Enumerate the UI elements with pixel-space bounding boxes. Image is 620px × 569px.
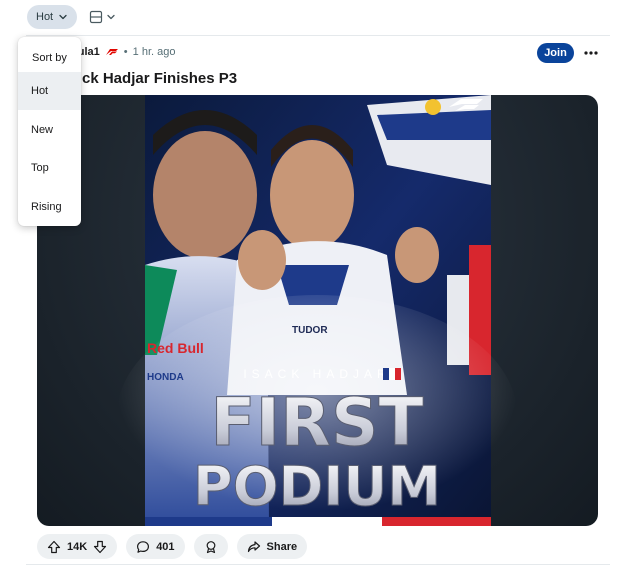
sort-option-rising[interactable]: Rising <box>18 188 81 226</box>
post-action-bar: 14K 401 Share <box>37 534 308 559</box>
downvote-arrow-icon <box>94 540 107 553</box>
post-divider <box>26 564 610 565</box>
poster-headline-1: FIRST <box>210 384 423 461</box>
share-label: Share <box>266 540 298 553</box>
sort-option-hot[interactable]: Hot <box>18 72 81 110</box>
sort-option-new[interactable]: New <box>18 111 81 149</box>
view-toggle-button[interactable] <box>85 5 120 29</box>
more-options-button[interactable] <box>580 43 602 63</box>
upvote-arrow-icon <box>47 540 61 553</box>
vote-count: 14K <box>67 540 88 553</box>
upvote-button[interactable] <box>47 540 61 554</box>
chevron-down-icon <box>107 14 115 20</box>
f1-flair-icon <box>105 49 118 55</box>
award-button[interactable] <box>193 534 228 559</box>
feed-toolbar: Hot <box>27 5 120 29</box>
join-button[interactable]: Join <box>537 43 574 63</box>
comment-icon <box>137 540 150 553</box>
sponsor-text-3: TUDOR <box>292 325 328 336</box>
sort-option-top[interactable]: Top <box>18 149 81 187</box>
sort-menu-header: Sort by <box>32 52 67 64</box>
share-button[interactable]: Share <box>236 534 308 559</box>
vote-control: 14K <box>37 534 118 559</box>
chevron-down-icon <box>59 14 67 20</box>
post-meta: mula1 • 1 hr. ago <box>68 46 175 58</box>
sponsor-text-2: HONDA <box>147 372 184 383</box>
sort-button-label: Hot <box>36 11 54 23</box>
post-title[interactable]: ck Hadjar Finishes P3 <box>82 70 237 87</box>
layout-view-icon <box>90 10 103 24</box>
share-icon <box>247 540 260 552</box>
more-dots-icon <box>584 51 598 55</box>
comment-count: 401 <box>156 540 175 553</box>
comments-button[interactable]: 401 <box>126 534 185 559</box>
post-time: 1 hr. ago <box>132 46 176 58</box>
poster-driver-name: ISACK HADJAR <box>243 367 390 381</box>
post-image[interactable]: Red Bull HONDA TUDOR ISACK HADJAR FIRST … <box>37 95 598 526</box>
sort-dropdown-menu: Sort by Hot New Top Rising <box>18 37 81 226</box>
award-icon <box>206 540 215 553</box>
poster-headline-2: PODIUM <box>193 455 441 518</box>
feed-divider <box>26 35 610 36</box>
post-image-artwork: Red Bull HONDA TUDOR ISACK HADJAR FIRST … <box>117 95 517 526</box>
downvote-button[interactable] <box>93 540 107 554</box>
meta-separator: • <box>123 46 128 58</box>
sponsor-text-1: Red Bull <box>147 340 204 356</box>
sort-button[interactable]: Hot <box>27 5 78 29</box>
